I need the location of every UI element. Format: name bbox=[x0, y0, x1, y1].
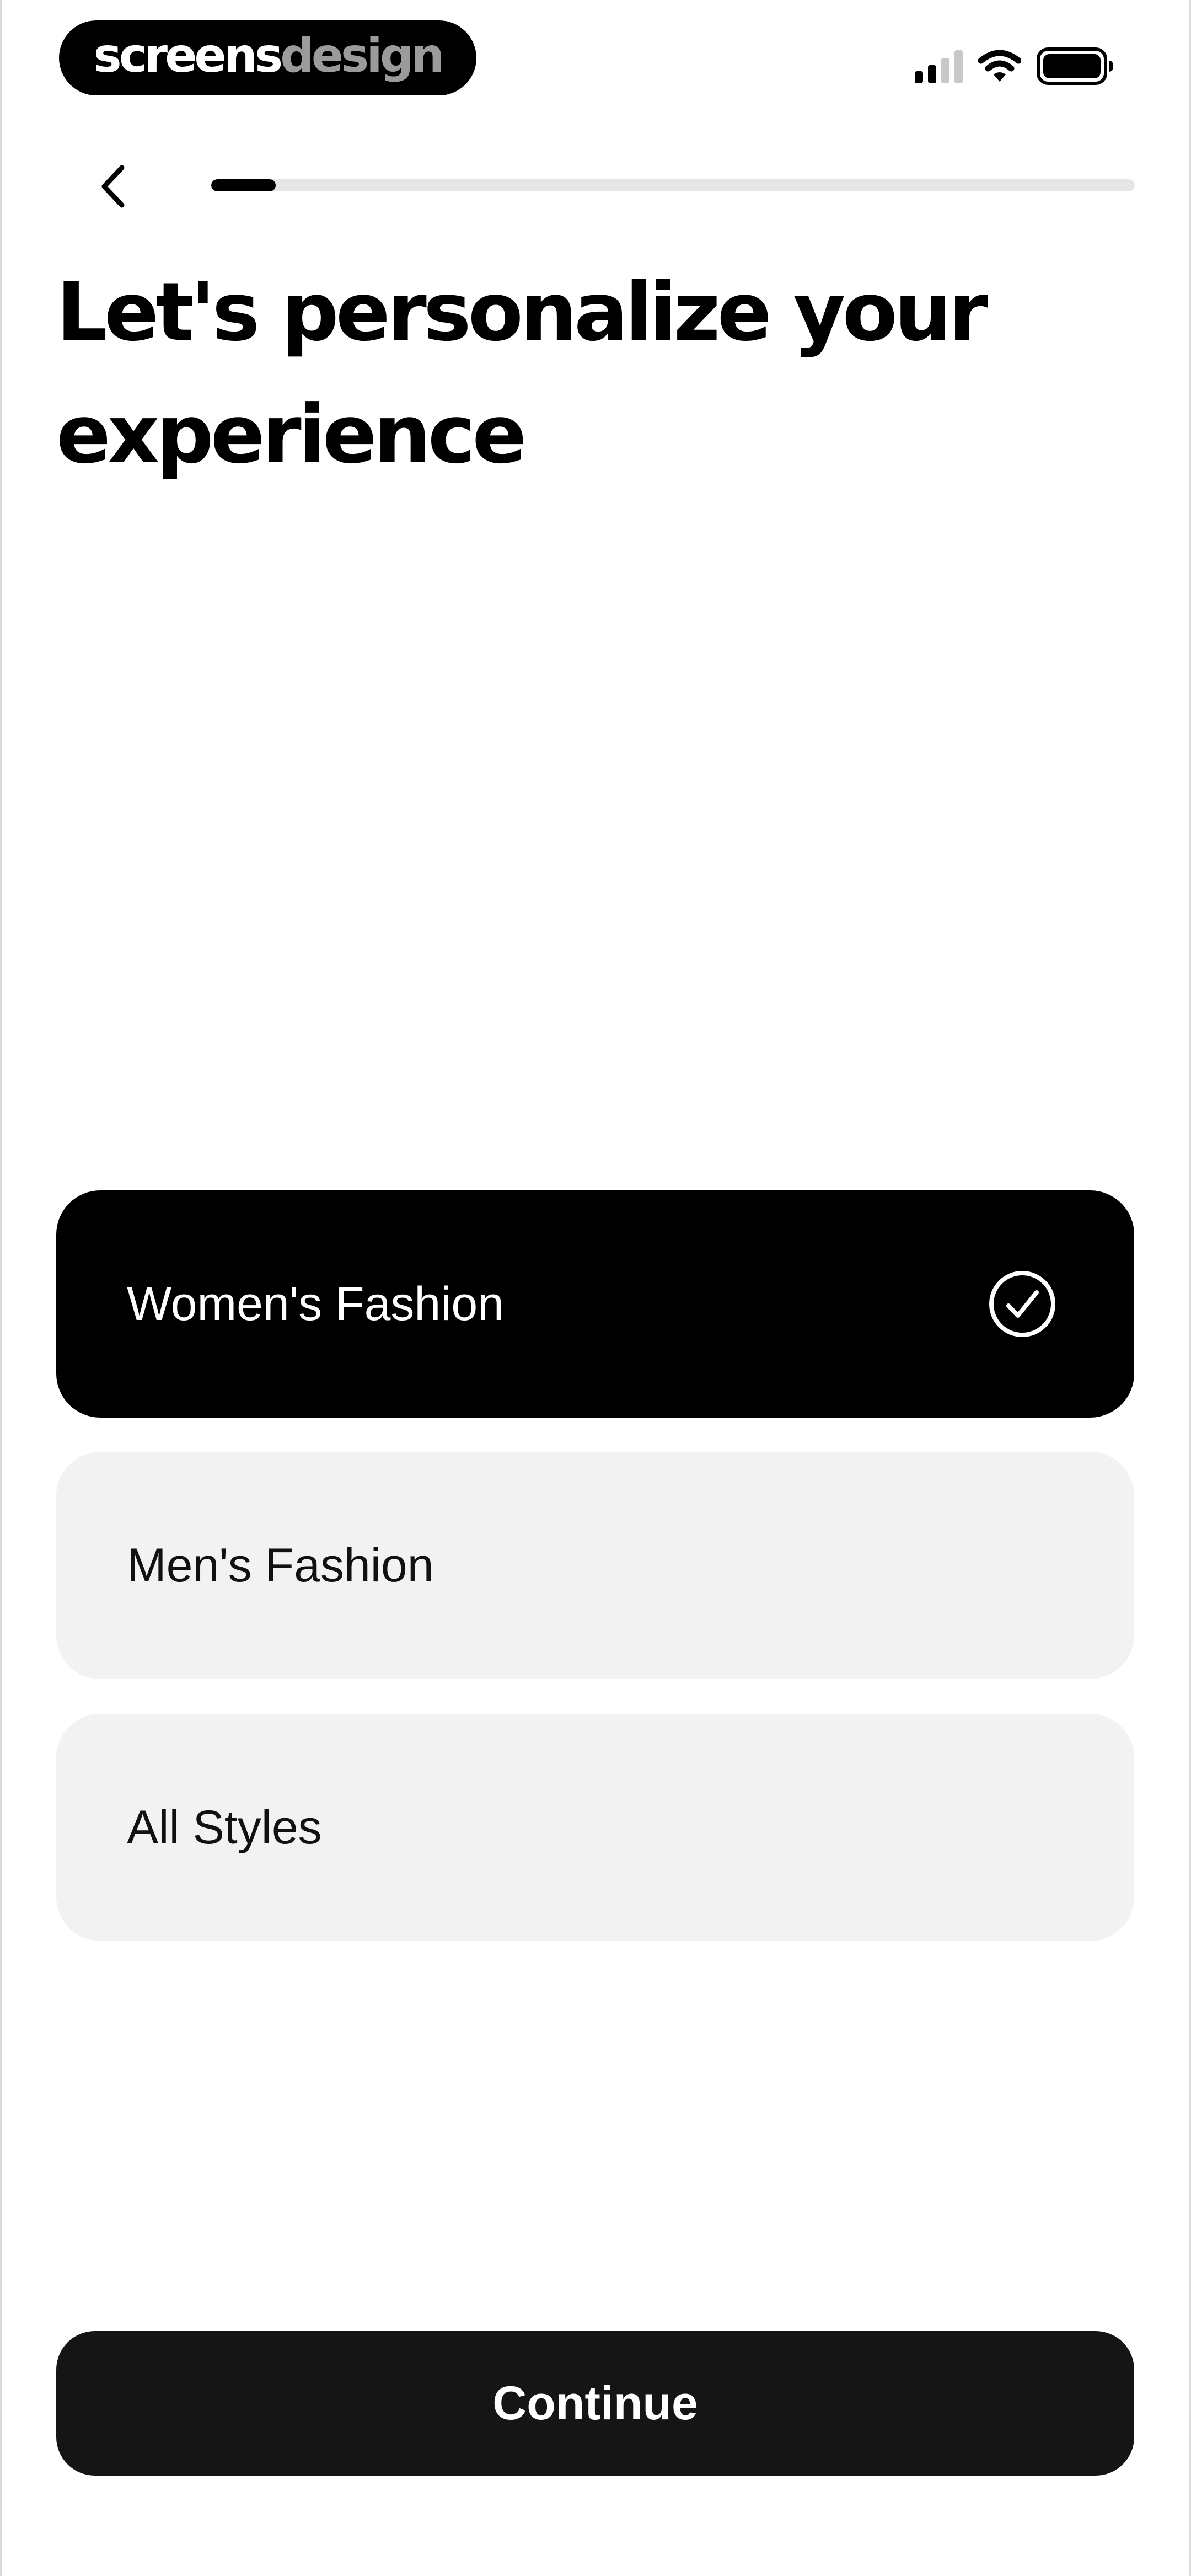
logo-text-light: design bbox=[280, 28, 444, 83]
option-label: Men's Fashion bbox=[127, 1538, 434, 1592]
signal-bar bbox=[928, 65, 936, 83]
signal-bar bbox=[941, 58, 949, 83]
option-label: Women's Fashion bbox=[127, 1277, 505, 1330]
wifi-icon bbox=[978, 50, 1021, 82]
signal-bar bbox=[915, 71, 923, 83]
onboarding-progress-bar bbox=[211, 179, 1135, 191]
option-mens-fashion[interactable]: Men's Fashion bbox=[56, 1452, 1134, 1679]
option-label: All Styles bbox=[127, 1800, 322, 1854]
option-womens-fashion[interactable]: Women's Fashion bbox=[56, 1190, 1134, 1418]
status-icons bbox=[915, 47, 1114, 85]
cellular-signal-icon bbox=[915, 49, 963, 83]
back-button[interactable] bbox=[83, 160, 143, 213]
page-title: Let's personalize your experience bbox=[56, 265, 988, 482]
continue-button[interactable]: Continue bbox=[56, 2331, 1134, 2476]
battery-icon bbox=[1037, 47, 1113, 85]
progress-fill bbox=[211, 179, 276, 191]
option-all-styles[interactable]: All Styles bbox=[56, 1714, 1134, 1941]
screensdesign-logo: screens design bbox=[59, 20, 476, 95]
check-circle-icon bbox=[989, 1271, 1055, 1337]
signal-bar bbox=[954, 50, 963, 83]
chevron-left-icon bbox=[101, 165, 125, 208]
logo-text-strong: screens bbox=[93, 28, 283, 83]
